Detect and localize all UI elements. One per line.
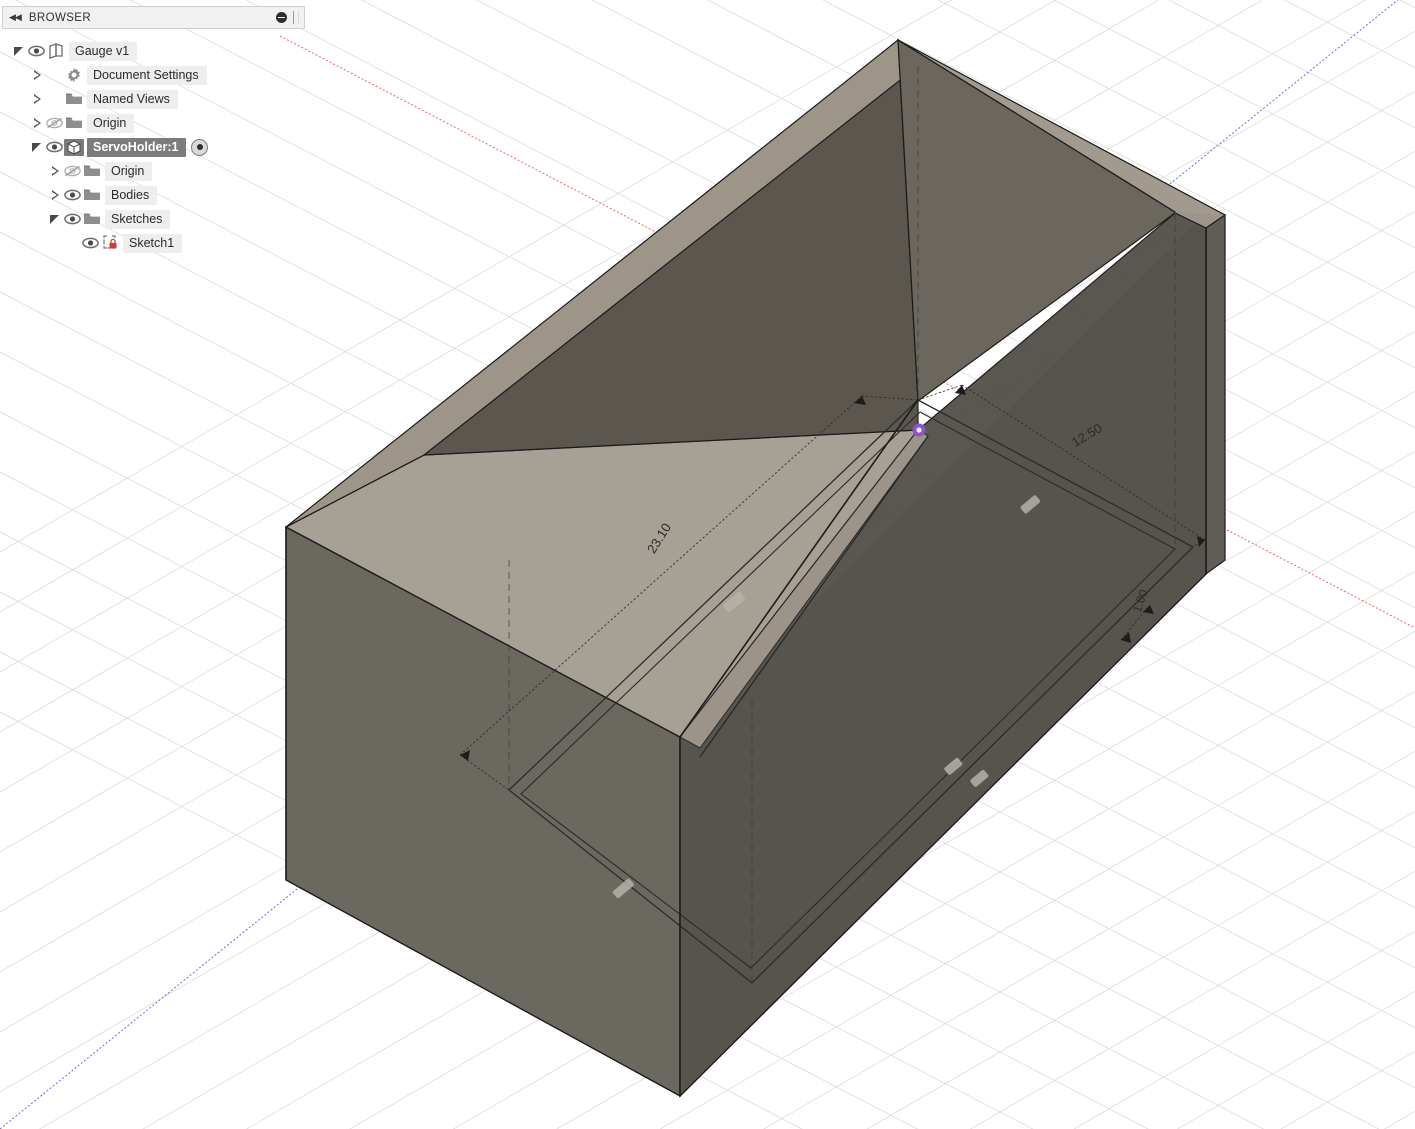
browser-panel[interactable]: ◀◀ BROWSER Gauge v1 Document Settings Name… <box>2 6 305 255</box>
browser-panel-title: BROWSER <box>28 11 92 24</box>
sketch-locked-icon <box>100 235 120 251</box>
fusion-360-window: 23.10 12.50 1.00 ◀◀ BROWSER Gauge v1 Docu… <box>0 0 1415 1129</box>
sketch-origin-point[interactable] <box>912 423 926 437</box>
expand-triangle-icon[interactable] <box>10 47 26 56</box>
collapse-panel-icon[interactable]: ◀◀ <box>9 13 22 22</box>
collapse-triangle-icon[interactable] <box>28 70 44 80</box>
model-face-right-outer[interactable] <box>1205 213 1226 576</box>
folder-icon <box>82 188 102 202</box>
browser-item-label[interactable]: Sketch1 <box>123 233 183 253</box>
browser-item-document-settings[interactable]: Document Settings <box>2 63 305 87</box>
collapse-triangle-icon[interactable] <box>46 166 62 176</box>
eye-off-icon[interactable] <box>62 165 82 177</box>
folder-icon <box>82 164 102 178</box>
browser-item-sketches[interactable]: Sketches <box>2 207 305 231</box>
browser-item-label[interactable]: Document Settings <box>87 65 207 85</box>
expand-triangle-icon[interactable] <box>28 143 44 152</box>
collapse-triangle-icon[interactable] <box>28 94 44 104</box>
folder-icon <box>64 116 84 130</box>
servo-holder-body[interactable] <box>284 38 1227 1098</box>
document-icon <box>46 43 66 59</box>
folder-icon <box>82 212 102 226</box>
browser-tree[interactable]: Gauge v1 Document Settings Named Views Orig… <box>2 29 305 255</box>
folder-icon <box>64 92 84 106</box>
browser-item-label[interactable]: Gauge v1 <box>69 41 138 61</box>
browser-item-label[interactable]: ServoHolder:1 <box>87 137 187 157</box>
browser-item-gauge-v1[interactable]: Gauge v1 <box>2 39 305 63</box>
browser-item-label[interactable]: Origin <box>87 113 135 133</box>
browser-item-label[interactable]: Sketches <box>105 209 171 229</box>
browser-item-origin[interactable]: Origin <box>2 159 305 183</box>
collapse-triangle-icon[interactable] <box>46 190 62 200</box>
browser-item-servoholder-1[interactable]: ServoHolder:1 <box>2 135 305 159</box>
drag-grip-icon[interactable] <box>293 11 299 24</box>
eye-off-icon[interactable] <box>44 117 64 129</box>
eye-icon[interactable] <box>62 213 82 225</box>
eye-icon[interactable] <box>26 45 46 57</box>
browser-item-label[interactable]: Named Views <box>87 89 178 109</box>
component-icon <box>64 138 84 156</box>
gear-icon <box>64 67 84 83</box>
expand-triangle-icon[interactable] <box>46 215 62 224</box>
browser-item-label[interactable]: Origin <box>105 161 153 181</box>
browser-item-label[interactable]: Bodies <box>105 185 158 205</box>
browser-panel-header[interactable]: ◀◀ BROWSER <box>2 6 305 29</box>
minus-circle-icon[interactable] <box>276 12 287 23</box>
eye-icon[interactable] <box>62 189 82 201</box>
browser-item-bodies[interactable]: Bodies <box>2 183 305 207</box>
browser-item-named-views[interactable]: Named Views <box>2 87 305 111</box>
collapse-triangle-icon[interactable] <box>28 118 44 128</box>
eye-icon[interactable] <box>44 141 64 153</box>
browser-item-origin[interactable]: Origin <box>2 111 305 135</box>
eye-icon[interactable] <box>80 237 100 249</box>
activate-component-radio[interactable] <box>191 138 209 156</box>
browser-item-sketch1[interactable]: Sketch1 <box>2 231 305 255</box>
